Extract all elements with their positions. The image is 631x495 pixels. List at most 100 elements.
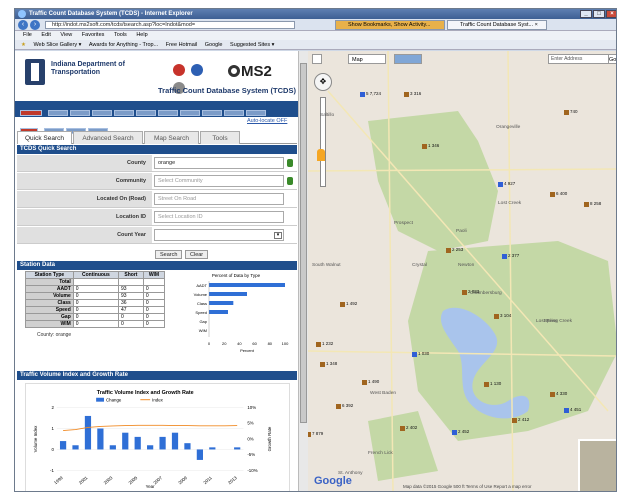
- count-station-marker[interactable]: [494, 314, 499, 319]
- clear-button[interactable]: Clear: [185, 250, 209, 259]
- close-button[interactable]: ×: [606, 10, 616, 18]
- category-label: AADT: [196, 283, 207, 288]
- nav-home[interactable]: [20, 110, 42, 116]
- station-count-label: 3 316: [410, 91, 422, 96]
- location-id-input[interactable]: Select Location ID: [154, 211, 284, 223]
- fav-item-web-slice[interactable]: Web Slice Gallery ▾: [33, 42, 81, 48]
- map-type-select[interactable]: Map: [348, 54, 386, 64]
- count-station-marker[interactable]: [564, 110, 569, 115]
- count-station-marker[interactable]: [498, 182, 503, 187]
- place-label: Spring Creek: [544, 319, 572, 324]
- count-station-marker[interactable]: [400, 426, 405, 431]
- category-label: Speed: [195, 310, 207, 315]
- count-station-marker[interactable]: [452, 430, 457, 435]
- count-station-marker[interactable]: [462, 290, 467, 295]
- tab-quick-search[interactable]: Quick Search: [17, 131, 72, 144]
- category-label: Gap: [199, 319, 207, 324]
- fav-item-hotmail[interactable]: Free Hotmail: [166, 42, 197, 48]
- count-station-marker[interactable]: [320, 362, 325, 367]
- nav-item[interactable]: [180, 110, 201, 116]
- menu-edit[interactable]: Edit: [41, 32, 50, 38]
- menu-file[interactable]: File: [23, 32, 32, 38]
- back-icon[interactable]: ‹: [18, 20, 28, 30]
- nav-item[interactable]: [202, 110, 223, 116]
- count-station-marker[interactable]: [336, 404, 341, 409]
- menu-favorites[interactable]: Favorites: [82, 32, 105, 38]
- count-station-marker[interactable]: [362, 380, 367, 385]
- count-station-marker[interactable]: [340, 302, 345, 307]
- menu-view[interactable]: View: [60, 32, 72, 38]
- location-id-row: Location ID Select Location ID: [17, 209, 297, 226]
- station-count-label: 1 492: [346, 301, 358, 306]
- count-station-marker[interactable]: [404, 92, 409, 97]
- place-label: Lost Creek: [498, 201, 522, 206]
- count-station-marker[interactable]: [422, 144, 427, 149]
- nav-item[interactable]: [224, 110, 245, 116]
- left-panel: Indiana Department of Transportation MS2…: [15, 51, 298, 491]
- count-station-marker[interactable]: [512, 418, 517, 423]
- fav-item-awards[interactable]: Awards for Anything - Trop...: [89, 42, 158, 48]
- menu-help[interactable]: Help: [136, 32, 147, 38]
- count-station-marker[interactable]: [308, 432, 311, 437]
- fav-item-google[interactable]: Google: [205, 42, 223, 48]
- fav-item-suggested[interactable]: Suggested Sites ▾: [230, 42, 274, 48]
- address-go-button[interactable]: Go: [608, 54, 616, 64]
- tab-map-search[interactable]: Map Search: [144, 131, 199, 144]
- county-go-icon[interactable]: [287, 159, 293, 167]
- scroll-thumb[interactable]: [300, 63, 307, 423]
- nav-item[interactable]: [92, 110, 113, 116]
- nav-item[interactable]: [246, 110, 267, 116]
- community-input[interactable]: Select Community: [154, 175, 284, 187]
- site-header: Indiana Department of Transportation MS2…: [15, 51, 298, 101]
- map-layer-button[interactable]: [312, 54, 322, 64]
- table-cell: [118, 278, 144, 286]
- street-view-icon[interactable]: [317, 149, 325, 161]
- table-cell: Total: [25, 278, 74, 286]
- auto-locate-link[interactable]: Auto-locate OFF: [247, 118, 287, 124]
- chevron-down-icon[interactable]: ▾: [274, 232, 282, 239]
- county-input[interactable]: orange: [154, 157, 284, 169]
- count-year-select[interactable]: [154, 229, 284, 241]
- overview-map[interactable]: [578, 439, 616, 491]
- nav-item[interactable]: [70, 110, 91, 116]
- forward-icon[interactable]: ›: [30, 20, 40, 30]
- tab-tools[interactable]: Tools: [200, 131, 240, 144]
- count-station-marker[interactable]: [502, 254, 507, 259]
- left-scrollbar[interactable]: [298, 51, 308, 491]
- pan-control-icon[interactable]: ✥: [314, 73, 332, 91]
- table-cell: Volume: [25, 292, 74, 300]
- minimize-button[interactable]: _: [580, 10, 592, 18]
- nav-item[interactable]: [158, 110, 179, 116]
- col-wim: WIM: [142, 271, 166, 279]
- count-station-marker[interactable]: [360, 92, 365, 97]
- count-station-marker[interactable]: [584, 202, 589, 207]
- tick-label: 0: [208, 341, 211, 346]
- station-count-label: 740: [570, 109, 578, 114]
- count-station-marker[interactable]: [446, 248, 451, 253]
- tab-advanced-search[interactable]: Advanced Search: [73, 131, 143, 144]
- star-icon[interactable]: ★: [21, 42, 26, 48]
- community-go-icon[interactable]: [287, 177, 293, 185]
- count-station-marker[interactable]: [316, 342, 321, 347]
- map-view[interactable]: Map Enter Address Go ✥ Saltillo Orangevil…: [308, 51, 616, 491]
- nav-item[interactable]: [48, 110, 69, 116]
- count-station-marker[interactable]: [412, 352, 417, 357]
- tab-bookmarks[interactable]: Show Bookmarks, Show Activity...: [335, 20, 445, 30]
- address-input[interactable]: Enter Address: [548, 54, 612, 64]
- nav-item[interactable]: [136, 110, 157, 116]
- count-station-marker[interactable]: [550, 192, 555, 197]
- count-station-marker[interactable]: [484, 382, 489, 387]
- count-station-marker[interactable]: [550, 392, 555, 397]
- maximize-button[interactable]: □: [593, 10, 605, 18]
- menu-tools[interactable]: Tools: [114, 32, 127, 38]
- tick-label: 2013: [227, 475, 238, 485]
- road-input[interactable]: Street On Road: [154, 193, 284, 205]
- map-tools[interactable]: [394, 54, 422, 64]
- zoom-slider[interactable]: [320, 97, 326, 187]
- url-field[interactable]: http://indot.ms2soft.com/tcds/tsearch.as…: [45, 21, 295, 29]
- tab-tcds[interactable]: Traffic Count Database Syst... ×: [447, 20, 547, 30]
- count-station-marker[interactable]: [564, 408, 569, 413]
- table-cell: 36: [118, 299, 144, 307]
- nav-item[interactable]: [114, 110, 135, 116]
- search-button[interactable]: Search: [155, 250, 183, 259]
